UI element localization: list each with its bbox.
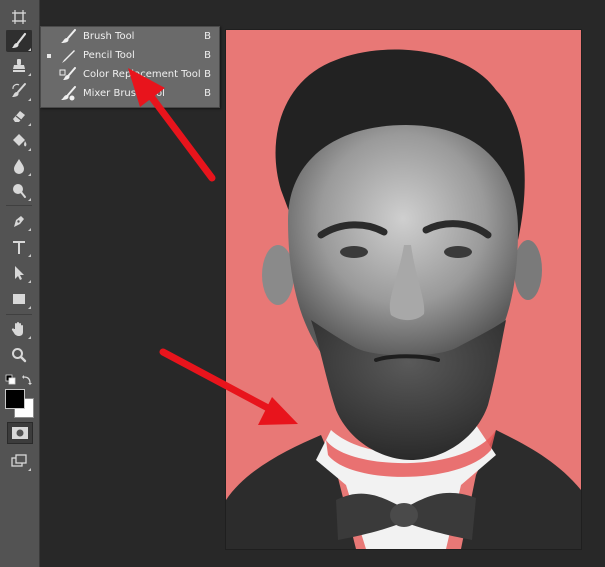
pencil-icon [62, 50, 75, 63]
swap-colors-icon[interactable] [22, 375, 32, 385]
mixer-brush-icon [61, 86, 76, 101]
quick-mask-button[interactable] [7, 422, 33, 444]
portrait-photo [226, 30, 581, 549]
zoom-tool-button[interactable] [6, 344, 32, 366]
blur-icon [14, 159, 24, 174]
default-colors-icon[interactable] [5, 374, 16, 385]
menu-item-label: Color Replacement Tool [83, 69, 201, 80]
photoshop-window: Brush Tool B Pencil Tool B Color Replace… [0, 0, 605, 567]
menu-item-label: Brush Tool [83, 31, 135, 42]
hand-icon [11, 322, 23, 336]
screen-mode-button[interactable] [6, 450, 32, 472]
color-replacement-icon [59, 67, 76, 80]
hand-tool-button[interactable] [6, 318, 32, 340]
brush-tools-flyout-menu: Brush Tool B Pencil Tool B Color Replace… [40, 26, 220, 108]
dodge-icon [13, 184, 26, 198]
brush-icon [61, 29, 76, 43]
path-selection-icon [15, 266, 24, 280]
menu-item-color-replacement-tool[interactable]: Color Replacement Tool B [41, 65, 219, 84]
pen-icon [14, 216, 24, 227]
eraser-tool-button[interactable] [6, 105, 32, 127]
quick-mask-icon [12, 427, 28, 439]
menu-item-mixer-brush-tool[interactable]: Mixer Brush Tool B [41, 84, 219, 103]
selected-indicator [47, 54, 51, 58]
history-brush-icon [12, 83, 26, 97]
dodge-tool-button[interactable] [6, 180, 32, 202]
rectangle-icon [13, 294, 25, 304]
history-brush-tool-button[interactable] [6, 80, 32, 102]
paint-bucket-icon [13, 134, 27, 147]
brush-icon [12, 32, 27, 48]
shortcut-key: B [204, 88, 211, 99]
paint-bucket-tool-button[interactable] [6, 130, 32, 152]
eraser-icon [13, 111, 25, 122]
shortcut-key: B [204, 69, 211, 80]
type-icon [13, 241, 25, 254]
menu-item-pencil-tool[interactable]: Pencil Tool B [41, 46, 219, 65]
path-selection-tool-button[interactable] [6, 262, 32, 284]
blur-tool-button[interactable] [6, 155, 32, 177]
screen-mode-icon [11, 454, 27, 467]
menu-item-brush-tool[interactable]: Brush Tool B [41, 27, 219, 46]
tools-panel [0, 0, 40, 567]
color-swap-controls [5, 371, 33, 385]
pen-tool-button[interactable] [6, 210, 32, 232]
rectangle-tool-button[interactable] [6, 288, 32, 310]
menu-item-label: Pencil Tool [83, 50, 135, 61]
clone-stamp-icon [13, 59, 25, 72]
document-canvas[interactable] [226, 30, 581, 549]
shortcut-key: B [204, 31, 211, 42]
zoom-icon [12, 348, 27, 363]
clone-stamp-tool-button[interactable] [6, 55, 32, 77]
type-tool-button[interactable] [6, 236, 32, 258]
foreground-color-swatch[interactable] [5, 389, 25, 409]
shortcut-key: B [204, 50, 211, 61]
brush-tool-button[interactable] [6, 30, 32, 52]
artboard-icon[interactable] [6, 6, 32, 28]
menu-item-label: Mixer Brush Tool [83, 88, 165, 99]
more-tools-indicator [28, 48, 31, 51]
